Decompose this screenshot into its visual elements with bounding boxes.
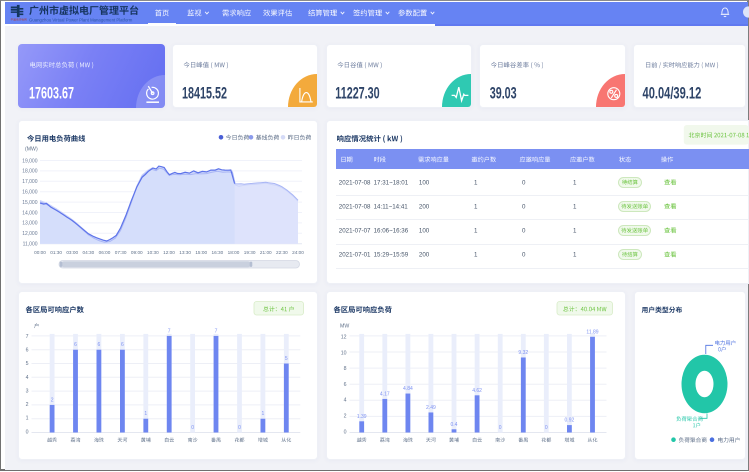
svg-text:7: 7 <box>26 334 29 340</box>
svg-text:21:00: 21:00 <box>260 250 272 255</box>
svg-text:0: 0 <box>522 204 526 211</box>
svg-text:100: 100 <box>419 179 430 186</box>
svg-text:2: 2 <box>26 402 29 408</box>
svg-text:1: 1 <box>26 416 29 422</box>
svg-text:4.17: 4.17 <box>380 391 390 397</box>
svg-text:4: 4 <box>344 398 347 404</box>
svg-text:0.4: 0.4 <box>451 422 458 428</box>
svg-text:0.92: 0.92 <box>565 418 575 424</box>
svg-text:6: 6 <box>26 348 29 354</box>
svg-text:07:30: 07:30 <box>115 250 127 255</box>
svg-text:户: 户 <box>34 321 39 329</box>
svg-text:2021-07-01: 2021-07-01 <box>339 252 371 259</box>
svg-text:13,000: 13,000 <box>22 221 38 227</box>
svg-text:11,000: 11,000 <box>23 242 38 248</box>
svg-text:200: 200 <box>419 204 430 211</box>
svg-text:16:06~16:36: 16:06~16:36 <box>374 228 409 235</box>
svg-text:03:00: 03:00 <box>66 250 78 255</box>
svg-text:09:00: 09:00 <box>131 250 143 255</box>
svg-text:1: 1 <box>262 411 265 417</box>
svg-text:1: 1 <box>573 228 577 235</box>
svg-text:11227.30: 11227.30 <box>335 84 379 103</box>
svg-text:0: 0 <box>238 425 241 431</box>
svg-text:2: 2 <box>51 397 54 403</box>
svg-text:2021-07-08: 2021-07-08 <box>339 179 371 186</box>
svg-text:5: 5 <box>26 361 29 367</box>
svg-text:1: 1 <box>474 228 478 235</box>
svg-text:1: 1 <box>573 204 577 211</box>
svg-text:06:00: 06:00 <box>99 250 111 255</box>
svg-text:11.89: 11.89 <box>586 329 598 335</box>
svg-text:0: 0 <box>344 429 347 435</box>
svg-text:7: 7 <box>215 328 218 334</box>
svg-text:1: 1 <box>573 179 577 186</box>
svg-text:0: 0 <box>26 429 29 435</box>
svg-text:39.03: 39.03 <box>490 84 517 103</box>
svg-text:1: 1 <box>474 179 478 186</box>
svg-text:4.62: 4.62 <box>472 388 482 394</box>
svg-text:7: 7 <box>168 328 171 334</box>
svg-text:14:11~14:41: 14:11~14:41 <box>374 204 409 211</box>
svg-text:14,000: 14,000 <box>22 210 38 216</box>
svg-text:17,000: 17,000 <box>22 179 38 185</box>
svg-text:6: 6 <box>344 382 347 388</box>
svg-text:17:31~18:01: 17:31~18:01 <box>374 179 409 186</box>
svg-text:24:00: 24:00 <box>292 250 304 255</box>
svg-text:0: 0 <box>191 425 194 431</box>
svg-text:18:00: 18:00 <box>228 250 240 255</box>
svg-text:0: 0 <box>522 228 526 235</box>
svg-text:1: 1 <box>573 252 577 259</box>
svg-text:2021-07-08: 2021-07-08 <box>339 204 371 211</box>
svg-text:5: 5 <box>285 356 288 362</box>
svg-text:3: 3 <box>26 388 29 394</box>
svg-text:10:30: 10:30 <box>147 250 159 255</box>
svg-text:1: 1 <box>474 204 478 211</box>
svg-text:00:00: 00:00 <box>34 250 46 255</box>
svg-text:17603.67: 17603.67 <box>29 84 74 103</box>
svg-text:0: 0 <box>522 252 526 259</box>
svg-text:1: 1 <box>144 411 147 417</box>
svg-text:6: 6 <box>74 342 77 348</box>
svg-text:2: 2 <box>344 414 347 420</box>
svg-text:Guangzhou Virtual Power Plant: Guangzhou Virtual Power Plant Management… <box>29 17 133 22</box>
svg-text:22:30: 22:30 <box>276 250 288 255</box>
svg-text:18,000: 18,000 <box>22 169 38 175</box>
svg-text:100: 100 <box>419 228 430 235</box>
svg-text:6: 6 <box>121 342 124 348</box>
svg-text:15,000: 15,000 <box>22 200 38 206</box>
svg-text:12: 12 <box>341 335 347 341</box>
svg-text:1.39: 1.39 <box>357 414 367 420</box>
svg-text:0: 0 <box>545 425 548 431</box>
svg-text:15:29~15:59: 15:29~15:59 <box>374 252 409 259</box>
svg-text:19:30: 19:30 <box>244 250 256 255</box>
svg-text:40.04/39.12: 40.04/39.12 <box>643 84 702 103</box>
svg-text:0: 0 <box>499 425 502 431</box>
svg-text:15:00: 15:00 <box>195 250 207 255</box>
svg-text:6: 6 <box>98 342 101 348</box>
svg-text:(MW): (MW) <box>25 147 38 153</box>
svg-text:19,000: 19,000 <box>22 158 38 164</box>
svg-text:200: 200 <box>419 252 430 259</box>
svg-text:9.32: 9.32 <box>518 350 528 356</box>
svg-text:18415.52: 18415.52 <box>182 84 227 103</box>
svg-text:4: 4 <box>26 375 29 381</box>
svg-text:2021-07-07: 2021-07-07 <box>339 228 371 235</box>
svg-text:8: 8 <box>344 366 347 372</box>
svg-text:04:30: 04:30 <box>83 250 95 255</box>
svg-text:12,000: 12,000 <box>22 231 38 237</box>
svg-text:0: 0 <box>522 179 526 186</box>
svg-text:2.49: 2.49 <box>426 405 436 411</box>
svg-text:16,000: 16,000 <box>22 190 38 196</box>
svg-text:01:30: 01:30 <box>50 250 62 255</box>
svg-text:10: 10 <box>341 350 347 356</box>
svg-text:1: 1 <box>474 252 478 259</box>
svg-text:13:30: 13:30 <box>179 250 191 255</box>
svg-text:4.84: 4.84 <box>403 386 413 392</box>
svg-text:12:00: 12:00 <box>163 250 175 255</box>
svg-text:MW: MW <box>340 323 349 329</box>
svg-text:16:30: 16:30 <box>212 250 224 255</box>
